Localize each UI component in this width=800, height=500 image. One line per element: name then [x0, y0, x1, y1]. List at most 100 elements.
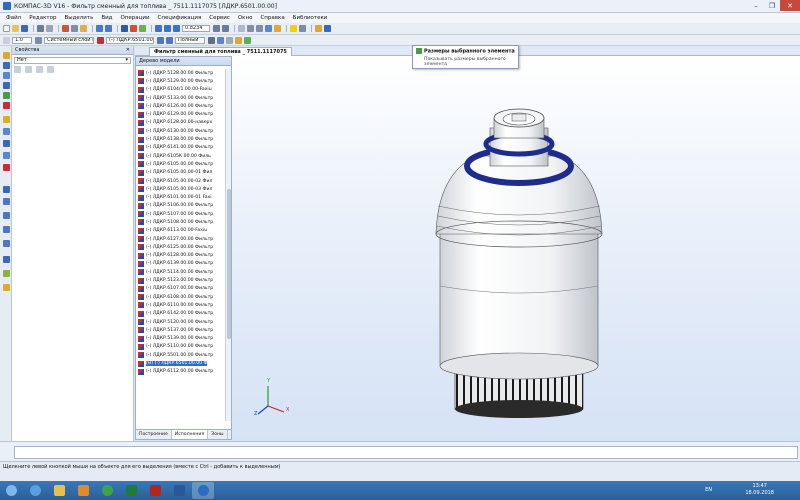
- tree-item[interactable]: (-) ЛДКР.5137.00.00 Фильтр: [136, 326, 225, 334]
- rotate-op-icon[interactable]: [3, 82, 10, 89]
- tab-executions[interactable]: Исполнения: [171, 430, 209, 439]
- select-tool-icon[interactable]: [3, 52, 10, 59]
- pan-icon[interactable]: [222, 25, 229, 32]
- prop-tool-icon[interactable]: [36, 66, 43, 73]
- tree-item[interactable]: (-) ЛДКР.5114.00.00 Фильтр: [136, 268, 225, 276]
- tree-item[interactable]: (-) ЛДКР.6107.00.00 Фильтр: [136, 285, 225, 293]
- point-icon[interactable]: [3, 226, 10, 233]
- tree-item[interactable]: (-) ЛДКР.6139.00.00 Фильтр: [136, 260, 225, 268]
- wireframe-icon[interactable]: [247, 25, 254, 32]
- menu-window[interactable]: Окно: [238, 15, 253, 21]
- tree-item[interactable]: (-) ЛДКР.6105.00.00-02 Фил: [136, 177, 225, 185]
- tree-item[interactable]: (-) ЛДКР.5120.00.00 Фильтр: [136, 318, 225, 326]
- tree-item[interactable]: (-) ЛДКР.6138.00.00 Фильтр: [136, 135, 225, 143]
- hole-icon[interactable]: [3, 128, 10, 135]
- tree-item[interactable]: (-) ЛДКР.6105.00.00-01 Фил: [136, 169, 225, 177]
- tree-item[interactable]: (-) ЛДКР.6105.00.00 Фильтр: [136, 160, 225, 168]
- prop-tool-icon[interactable]: [47, 66, 54, 73]
- state-icon[interactable]: [3, 36, 10, 44]
- measure-icon[interactable]: [299, 25, 306, 32]
- part-field[interactable]: (-) ЛДКР.6501.00.00: [106, 36, 154, 44]
- assembly-icon[interactable]: [3, 284, 10, 291]
- tree-item[interactable]: (-) ЛДКР.5110.00.00 Фильтр: [136, 343, 225, 351]
- curve-icon[interactable]: [3, 240, 10, 247]
- taskbar-word[interactable]: [168, 482, 190, 499]
- save-icon[interactable]: [21, 25, 28, 32]
- zoom-out-icon[interactable]: [164, 25, 171, 32]
- fillet-icon[interactable]: [3, 102, 10, 109]
- rotate-icon[interactable]: [213, 25, 220, 32]
- tree-item[interactable]: (-) ЛДКР.6108.00.00 Фильтр: [136, 293, 225, 301]
- shaded-icon[interactable]: [265, 25, 272, 32]
- tree-item[interactable]: (-) ЛДКР.6125.00.00 Фильтр: [136, 243, 225, 251]
- tree-scrollbar[interactable]: [225, 69, 231, 421]
- properties-select[interactable]: Нет: [14, 57, 131, 64]
- tree-item[interactable]: (-) ЛДКР.5128.00.00 Фильтр: [136, 69, 225, 77]
- taskbar-media[interactable]: [72, 482, 94, 499]
- taskbar-chrome[interactable]: [96, 482, 118, 499]
- undo-icon[interactable]: [96, 25, 103, 32]
- menu-operations[interactable]: Операции: [120, 15, 149, 21]
- menu-file[interactable]: Файл: [6, 15, 21, 21]
- new-file-icon[interactable]: [3, 25, 10, 32]
- library-icon[interactable]: [130, 25, 137, 32]
- taskbar-excel[interactable]: [120, 482, 142, 499]
- maximize-button[interactable]: ❐: [764, 0, 780, 11]
- array-icon[interactable]: [3, 140, 10, 147]
- menu-specification[interactable]: Спецификация: [158, 15, 202, 21]
- tree-item[interactable]: (-) ЛДКР.6104/1.00.00-Faxiu: [136, 86, 225, 94]
- chamfer-icon[interactable]: [3, 116, 10, 123]
- redo-icon[interactable]: [105, 25, 112, 32]
- menu-edit[interactable]: Редактор: [29, 15, 56, 21]
- dimension-icon[interactable]: [290, 25, 297, 32]
- tree-item[interactable]: (-) ЛДКР.6113.00.00-Faxiu: [136, 227, 225, 235]
- menu-view[interactable]: Вид: [101, 15, 112, 21]
- tree-item[interactable]: (-) ЛДКР.6130.00.00 Фильтр: [136, 127, 225, 135]
- minimize-button[interactable]: –: [748, 0, 764, 11]
- cut-icon[interactable]: [62, 25, 69, 32]
- rib-icon[interactable]: [3, 164, 10, 171]
- clock[interactable]: 13:47 18.09.2018: [745, 483, 774, 497]
- filter-icon[interactable]: [226, 36, 233, 44]
- language-indicator[interactable]: EN: [705, 487, 712, 493]
- render-icon[interactable]: [208, 36, 215, 44]
- tree-item[interactable]: (-) ЛДКР.6141.00.00 Фильтр: [136, 144, 225, 152]
- prop-tool-icon[interactable]: [25, 66, 32, 73]
- tree-item[interactable]: (-) ЛДКР.5123.00.00 Фильтр: [136, 276, 225, 284]
- plane-icon[interactable]: [3, 198, 10, 205]
- tree-item[interactable]: (-) ЛДКР.6142.00.00 Фильтр: [136, 310, 225, 318]
- tree-item[interactable]: (м) (-) ЛДКР.6501.00.00 Ф: [136, 359, 225, 367]
- tree-item[interactable]: (-) ЛДКР.5108.00.00 Фильтр: [136, 218, 225, 226]
- start-button[interactable]: [0, 482, 22, 499]
- paste-icon[interactable]: [80, 25, 87, 32]
- document-tab[interactable]: Фильтр сменный для топлива _ 7511.111707…: [149, 47, 292, 56]
- shell-icon[interactable]: [3, 152, 10, 159]
- menu-libraries[interactable]: Библиотеки: [293, 15, 328, 21]
- tree-item[interactable]: (-) ЛДКР.6126.00.00 Фильтр: [136, 102, 225, 110]
- tree-item[interactable]: (-) ЛДКР.5106.00.00 Фильтр: [136, 202, 225, 210]
- part-icon[interactable]: [97, 36, 104, 44]
- tree-item[interactable]: (-) ЛДКР.6105К.00.00 Филь: [136, 152, 225, 160]
- tree-item[interactable]: (-) ЛДКР.5129.00.00 Фильтр: [136, 77, 225, 85]
- tab-zones[interactable]: Зоны: [208, 430, 228, 439]
- view-orient-icon[interactable]: [238, 25, 245, 32]
- variables-icon[interactable]: [139, 25, 146, 32]
- extrude-icon[interactable]: [3, 72, 10, 79]
- command-input[interactable]: [14, 446, 798, 459]
- preview-icon[interactable]: [46, 25, 53, 32]
- tree-item[interactable]: (-) ЛДКР.5133.00.00 Фильтр: [136, 94, 225, 102]
- open-folder-icon[interactable]: [12, 25, 19, 32]
- tree-item[interactable]: (-) ЛДКР.6127.00.00 Фильтр: [136, 235, 225, 243]
- close-panel-icon[interactable]: ✕: [126, 46, 130, 55]
- menu-select[interactable]: Выделить: [64, 15, 93, 21]
- taskbar-explorer[interactable]: [48, 482, 70, 499]
- tree-item[interactable]: (-) ЛДКР.6112.00.00 Фильтр: [136, 368, 225, 376]
- snap-icon[interactable]: [235, 36, 242, 44]
- axis-icon[interactable]: [3, 212, 10, 219]
- surface-icon[interactable]: [3, 186, 10, 193]
- hidden-lines-icon[interactable]: [256, 25, 263, 32]
- tree-item[interactable]: (-) ЛДКР.5139.00.00 Фильтр: [136, 335, 225, 343]
- zoom-field[interactable]: 0.8234: [182, 25, 210, 32]
- spec-icon[interactable]: [3, 256, 10, 263]
- copy-icon[interactable]: [71, 25, 78, 32]
